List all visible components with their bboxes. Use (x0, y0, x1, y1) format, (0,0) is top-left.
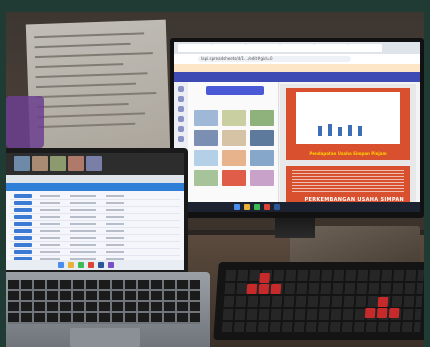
purple-object (6, 96, 44, 148)
laptop-app-header (6, 183, 184, 191)
taskbar-icon (88, 262, 94, 268)
media-thumbnail (194, 110, 218, 126)
laptop-browser-tabs (6, 175, 184, 183)
browser-tab (212, 44, 246, 52)
video-call-strip (6, 153, 184, 175)
chart-bar (338, 127, 342, 136)
chart-bar (348, 125, 352, 136)
browser-tab-strip (174, 42, 420, 54)
table-row (10, 249, 180, 256)
monitor-screen: lapi.spreadsheets/d/1…/edit#gid=0 Pendap… (174, 42, 420, 212)
sidebar-icon (178, 116, 184, 122)
sidebar-icon (178, 86, 184, 92)
monitor-taskbar (174, 202, 420, 212)
taskbar-icon (108, 262, 114, 268)
sidebar-icon (178, 126, 184, 132)
slide-chart: Pendapatan Usaha Simpan Pinjam (286, 88, 410, 160)
slide-caption: Pendapatan Usaha Simpan Pinjam (309, 151, 387, 156)
table-row (10, 214, 180, 221)
media-thumbnail (194, 130, 218, 146)
table-row (10, 193, 180, 200)
red-keycap (364, 308, 376, 318)
taskbar-icon (58, 262, 64, 268)
media-thumbnail (194, 150, 218, 166)
table-row (10, 207, 180, 214)
table-row (10, 200, 180, 207)
media-thumbnail (222, 110, 246, 126)
chart-area (296, 92, 400, 144)
photo-frame-top (0, 0, 430, 12)
red-keycap (377, 297, 389, 307)
red-keycap (258, 284, 270, 294)
slide-text: PERKEMBANGAN USAHA SIMPAN (286, 166, 410, 206)
participant-tile (68, 156, 84, 171)
media-thumbnail (250, 150, 274, 166)
participant-tile (50, 156, 66, 171)
external-monitor: lapi.spreadsheets/d/1…/edit#gid=0 Pendap… (170, 38, 424, 218)
laptop-data-table (10, 193, 180, 263)
taskbar-icon (98, 262, 104, 268)
touchpad (70, 328, 140, 347)
chart-bar (328, 124, 332, 136)
participant-tile (86, 156, 102, 171)
papers-on-wall (25, 19, 171, 155)
red-keycap (259, 273, 270, 283)
red-keycap (246, 284, 258, 294)
laptop (2, 148, 188, 278)
media-thumbnail (222, 150, 246, 166)
desk-scene-photo: lapi.spreadsheets/d/1…/edit#gid=0 Pendap… (0, 0, 430, 347)
browser-tab (246, 44, 280, 52)
photo-frame-right (424, 0, 430, 347)
panel-button (206, 86, 264, 95)
media-thumbnail (250, 110, 274, 126)
table-row (10, 228, 180, 235)
taskbar-icon (78, 262, 84, 268)
sidebar-icon (178, 106, 184, 112)
browser-tab (280, 44, 314, 52)
sidebar-icon (178, 96, 184, 102)
laptop-keyboard-deck (0, 272, 210, 347)
red-keycap (388, 308, 400, 318)
photo-frame-left (0, 0, 6, 347)
browser-tab (314, 44, 348, 52)
keyboard-key-rows (221, 270, 425, 332)
browser-tab (178, 44, 212, 52)
participant-tile (32, 156, 48, 171)
chart-bar (318, 126, 322, 136)
table-row (10, 242, 180, 249)
taskbar-icon (264, 204, 270, 210)
laptop-taskbar (6, 260, 184, 270)
media-thumbnail (222, 170, 246, 186)
laptop-key-rows (8, 280, 200, 324)
monitor-stand (275, 218, 315, 238)
red-keycap (376, 308, 388, 318)
taskbar-icon (244, 204, 250, 210)
taskbar-icon (254, 204, 260, 210)
slide-canvas: Pendapatan Usaha Simpan Pinjam PERKEMBAN… (280, 84, 416, 206)
media-thumbnail (250, 130, 274, 146)
address-input: lapi.spreadsheets/d/1…/edit#gid=0 (198, 56, 351, 62)
table-row (10, 221, 180, 228)
external-keyboard (213, 262, 430, 340)
red-keycap (270, 284, 282, 294)
app-bar (174, 72, 420, 82)
media-panel (188, 82, 279, 202)
media-thumbnail (194, 170, 218, 186)
taskbar-icon (68, 262, 74, 268)
media-thumbnail (250, 170, 274, 186)
table-row (10, 235, 180, 242)
taskbar-icon (274, 204, 280, 210)
browser-tab (348, 44, 382, 52)
media-thumbnail (222, 130, 246, 146)
warning-banner (174, 64, 420, 72)
laptop-screen (6, 153, 184, 270)
participant-tile (14, 156, 30, 171)
sidebar-icon (178, 136, 184, 142)
taskbar-icon (234, 204, 240, 210)
slide-paragraph (292, 170, 404, 194)
chart-bar (358, 126, 362, 136)
